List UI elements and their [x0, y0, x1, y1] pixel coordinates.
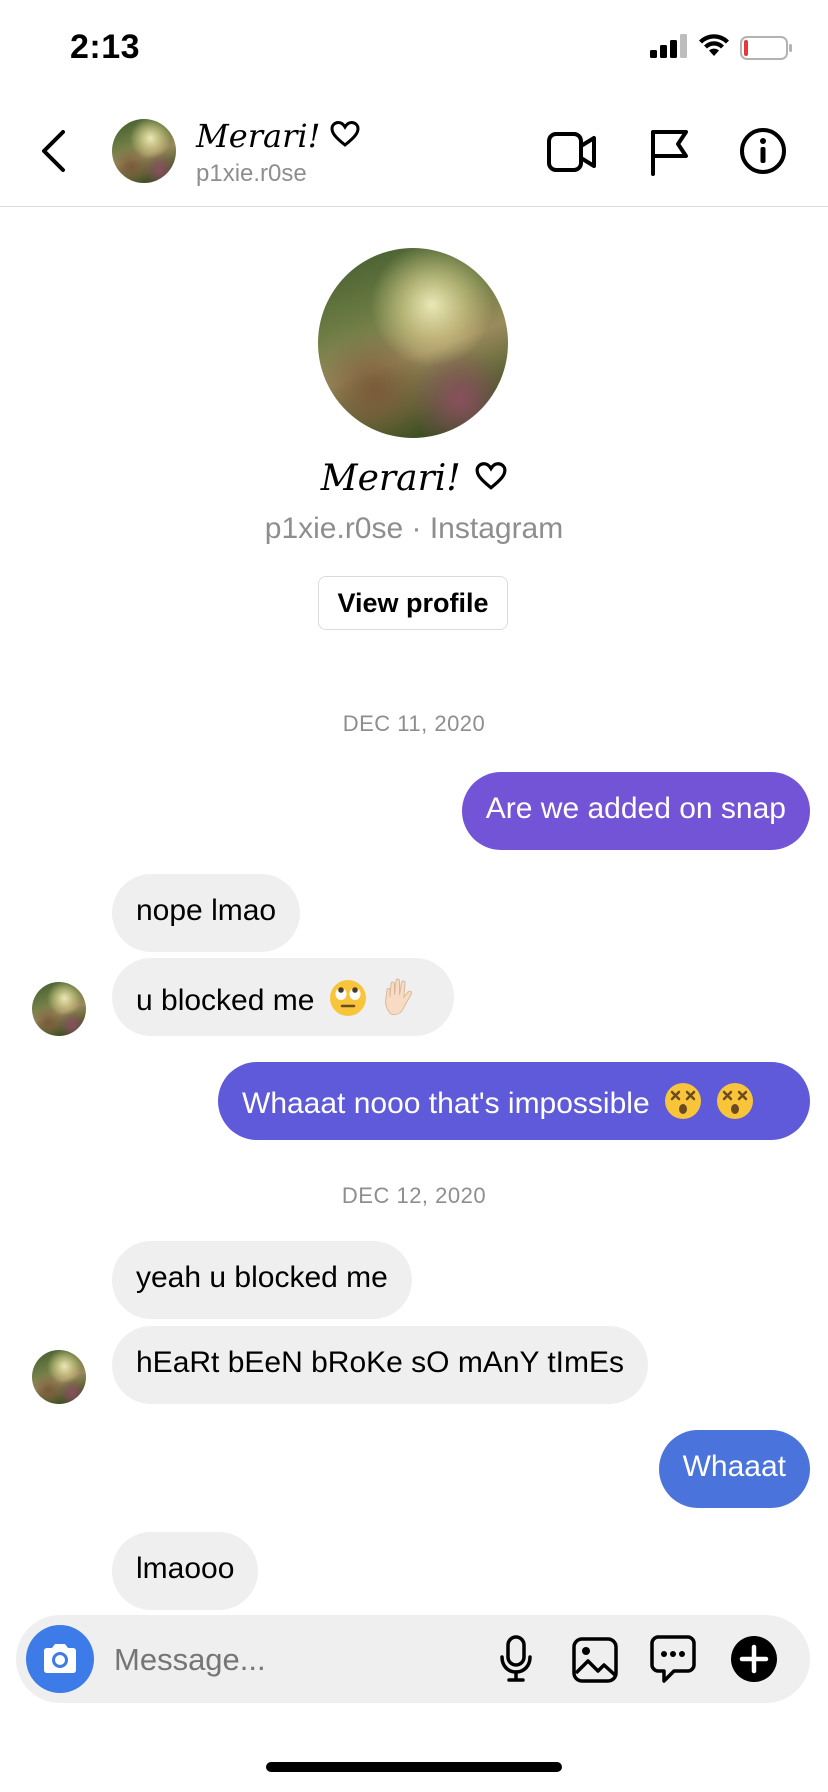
- header-username: p1xie.r0se: [196, 160, 307, 187]
- raised-hand-emoji-icon: [381, 978, 419, 1026]
- status-time: 2:13: [70, 28, 141, 66]
- heart-icon: [475, 462, 507, 495]
- date-separator: DEC 11, 2020: [342, 711, 486, 736]
- info-icon[interactable]: [739, 127, 787, 180]
- microphone-icon[interactable]: [498, 1635, 534, 1688]
- dizzy-face-emoji-icon: [716, 1082, 754, 1128]
- back-icon[interactable]: [38, 128, 68, 179]
- view-profile-button[interactable]: View profile: [318, 576, 508, 630]
- heart-icon: [330, 120, 360, 152]
- sticker-icon[interactable]: [650, 1635, 696, 1688]
- home-indicator[interactable]: [266, 1762, 562, 1772]
- camera-button[interactable]: [26, 1625, 94, 1693]
- message-outgoing[interactable]: Whaaat: [658, 1430, 810, 1508]
- video-call-icon[interactable]: [546, 130, 598, 179]
- message-outgoing[interactable]: Whaaat nooo that's impossible: [218, 1062, 810, 1140]
- camera-icon: [44, 1644, 76, 1673]
- header-title[interactable]: Merari!: [196, 116, 360, 156]
- message-text: Whaaat nooo that's impossible: [242, 1086, 650, 1120]
- message-text: u blocked me: [136, 983, 315, 1017]
- sender-avatar[interactable]: [32, 982, 86, 1036]
- eye-roll-emoji-icon: [329, 979, 367, 1025]
- gallery-icon[interactable]: [572, 1637, 618, 1688]
- battery-icon: [740, 36, 794, 65]
- header-display-name: Merari!: [196, 117, 321, 155]
- dizzy-face-emoji-icon: [664, 1082, 702, 1128]
- signal-icon: [650, 34, 688, 63]
- message-incoming[interactable]: u blocked me: [112, 958, 454, 1036]
- message-incoming[interactable]: yeah u blocked me: [112, 1241, 412, 1319]
- message-incoming[interactable]: lmaooo: [112, 1532, 259, 1610]
- header-divider: [0, 206, 828, 207]
- message-composer: [16, 1615, 810, 1703]
- message-outgoing[interactable]: Are we added on snap: [461, 772, 810, 850]
- flag-icon[interactable]: [648, 128, 692, 181]
- sender-avatar[interactable]: [32, 1350, 86, 1404]
- message-incoming[interactable]: hEaRt bEeN bRoKe sO mAnY tImEs: [112, 1326, 648, 1404]
- profile-display-name: Merari!: [320, 458, 461, 499]
- message-input[interactable]: [112, 1635, 496, 1685]
- profile-avatar[interactable]: [318, 248, 508, 438]
- profile-subtitle: p1xie.r0se · Instagram: [264, 512, 564, 545]
- message-incoming[interactable]: nope lmao: [112, 874, 301, 952]
- header-avatar[interactable]: [112, 119, 176, 183]
- profile-name-row: Merari!: [0, 458, 828, 499]
- date-separator: DEC 12, 2020: [341, 1183, 487, 1208]
- add-icon[interactable]: [730, 1635, 778, 1688]
- wifi-icon: [697, 32, 731, 63]
